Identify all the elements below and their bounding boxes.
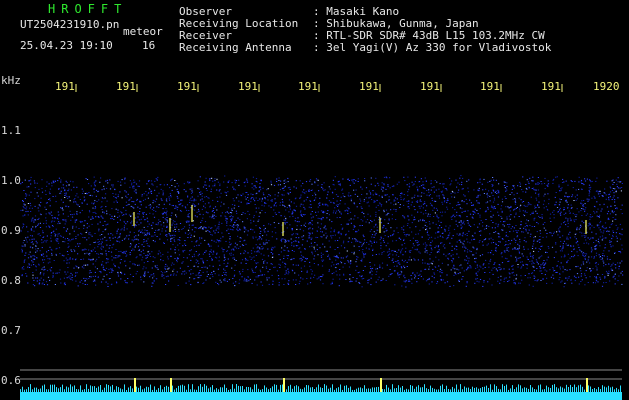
- y-axis-unit: kHz: [1, 74, 21, 87]
- x-tick-label: 191: [359, 80, 379, 93]
- x-tick-label: 191: [480, 80, 500, 93]
- y-tick-label: 0.7: [1, 324, 21, 337]
- y-tick-label: 0.9: [1, 224, 21, 237]
- x-tick-label: 1920: [593, 80, 620, 93]
- x-tick-label: 191: [541, 80, 561, 93]
- antenna-label: Receiving Antenna: [179, 41, 292, 54]
- y-tick-label: 0.6: [1, 374, 21, 387]
- mode-label: meteor: [123, 25, 163, 38]
- x-tick-label: 191: [116, 80, 136, 93]
- reference-lines: [20, 369, 622, 380]
- x-tick-label: 191: [298, 80, 318, 93]
- x-tick-label: 191: [420, 80, 440, 93]
- filename-label: UT2504231910.pn: [20, 18, 120, 31]
- brand-title: HROFFT: [48, 2, 128, 16]
- antenna-value: : 3el Yagi(V) Az 330 for Vladivostok: [313, 41, 552, 54]
- x-tick-label: 191: [238, 80, 258, 93]
- signal-bar: [20, 378, 622, 400]
- x-tick-label: 191: [177, 80, 197, 93]
- y-tick-label: 1.0: [1, 174, 21, 187]
- spectrogram: [20, 84, 624, 400]
- noise-band: [20, 175, 624, 288]
- datetime-label: 25.04.23 19:10: [20, 39, 113, 52]
- y-tick-label: 0.8: [1, 274, 21, 287]
- count-label: 16: [142, 39, 156, 52]
- y-tick-label: 1.1: [1, 124, 21, 137]
- x-tick-label: 191: [55, 80, 75, 93]
